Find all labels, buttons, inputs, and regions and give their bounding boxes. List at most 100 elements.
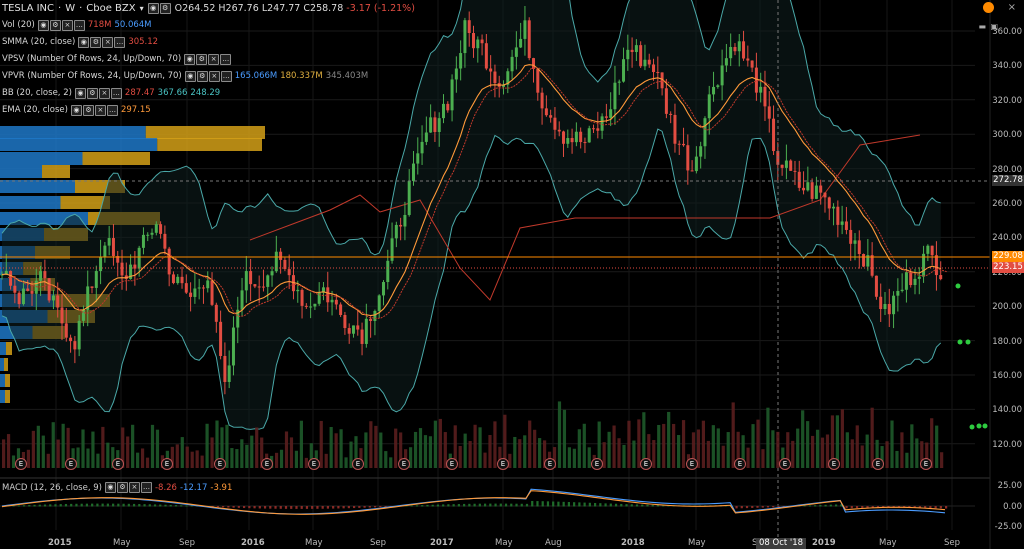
indicator-value: 50.064M bbox=[114, 20, 152, 30]
earnings-badge[interactable]: E bbox=[446, 458, 458, 470]
more-icon[interactable]: … bbox=[106, 105, 118, 116]
settings-icon[interactable]: ⚙ bbox=[86, 88, 98, 99]
eye-icon[interactable]: ◉ bbox=[184, 71, 196, 82]
more-icon[interactable]: … bbox=[73, 20, 85, 31]
candle-body bbox=[789, 160, 793, 171]
eye-icon[interactable]: ◉ bbox=[104, 482, 116, 493]
earnings-badge[interactable]: E bbox=[779, 458, 791, 470]
macd-histogram-bar bbox=[59, 504, 62, 507]
chevron-down-icon[interactable]: ▾ bbox=[140, 4, 144, 13]
candle-body bbox=[137, 247, 141, 269]
close-icon[interactable]: × bbox=[208, 54, 220, 65]
volume-bar bbox=[905, 452, 909, 468]
candle-body bbox=[309, 306, 313, 308]
close-icon[interactable]: × bbox=[128, 482, 140, 493]
earnings-badge[interactable]: E bbox=[161, 458, 173, 470]
candle-body bbox=[562, 131, 566, 144]
volume-bar bbox=[230, 448, 234, 468]
close-pane-icon[interactable]: × bbox=[1008, 2, 1016, 13]
candle-body bbox=[171, 274, 175, 284]
minus-icon[interactable]: ▬ bbox=[978, 22, 986, 31]
candle-body bbox=[870, 255, 874, 276]
macd-histogram-bar bbox=[153, 504, 157, 507]
eye-icon[interactable]: ◉ bbox=[78, 37, 90, 48]
candle-body bbox=[39, 271, 43, 281]
price-axis-label: 360.00 bbox=[992, 27, 1022, 37]
candle-body bbox=[214, 304, 218, 322]
close-icon[interactable]: × bbox=[94, 105, 106, 116]
eye-icon[interactable]: ◉ bbox=[37, 20, 49, 31]
earnings-badge[interactable]: E bbox=[112, 458, 124, 470]
eye-icon[interactable]: ◉ bbox=[74, 88, 86, 99]
close-icon[interactable]: × bbox=[61, 20, 73, 31]
volume-bar bbox=[235, 449, 239, 468]
volume-bar bbox=[533, 429, 537, 468]
macd-histogram-bar bbox=[216, 506, 219, 508]
earnings-badge[interactable]: E bbox=[398, 458, 410, 470]
volume-bar bbox=[379, 432, 383, 468]
chart-canvas[interactable] bbox=[0, 0, 1024, 549]
earnings-badge[interactable]: E bbox=[15, 458, 27, 470]
volume-bar bbox=[761, 449, 765, 468]
symbol-name[interactable]: TESLA INC bbox=[2, 3, 54, 14]
earnings-badge[interactable]: E bbox=[686, 458, 698, 470]
earnings-badge[interactable]: E bbox=[497, 458, 509, 470]
candle-body bbox=[523, 20, 527, 39]
settings-icon[interactable]: ⚙ bbox=[196, 54, 208, 65]
indicator-name[interactable]: EMA (20, close) bbox=[2, 105, 68, 116]
candle-body bbox=[343, 315, 347, 329]
close-icon[interactable]: × bbox=[208, 71, 220, 82]
earnings-badge[interactable]: E bbox=[734, 458, 746, 470]
settings-icon[interactable]: ⚙ bbox=[196, 71, 208, 82]
settings-icon[interactable]: ⚙ bbox=[90, 37, 102, 48]
settings-icon[interactable]: ⚙ bbox=[82, 105, 94, 116]
candle-body bbox=[103, 245, 107, 257]
volume-bar bbox=[493, 421, 497, 468]
earnings-badge[interactable]: E bbox=[591, 458, 603, 470]
volume-bar bbox=[418, 428, 423, 468]
indicator-name[interactable]: SMMA (20, close) bbox=[2, 37, 75, 48]
more-icon[interactable]: … bbox=[220, 54, 232, 65]
candle-body bbox=[347, 328, 351, 334]
volume-bar bbox=[577, 429, 581, 468]
volume-bar bbox=[374, 425, 378, 468]
volume-bar bbox=[458, 445, 462, 468]
indicator-name[interactable]: VPVR (Number Of Rows, 24, Up/Down, 70) bbox=[2, 71, 182, 82]
macd-histogram-bar bbox=[295, 506, 298, 509]
earnings-badge[interactable]: E bbox=[308, 458, 320, 470]
earnings-badge[interactable]: E bbox=[352, 458, 364, 470]
candle-body bbox=[163, 233, 167, 249]
header-buttons: ◉ ⚙ bbox=[147, 3, 171, 14]
earnings-badge[interactable]: E bbox=[214, 458, 226, 470]
candle-body bbox=[917, 276, 921, 279]
earnings-badge[interactable]: E bbox=[544, 458, 556, 470]
settings-icon[interactable]: ⚙ bbox=[49, 20, 61, 31]
earnings-badge[interactable]: E bbox=[920, 458, 932, 470]
settings-icon[interactable]: ⚙ bbox=[159, 3, 171, 14]
indicator-name[interactable]: Vol (20) bbox=[2, 20, 35, 31]
macd-histogram-bar bbox=[463, 503, 466, 507]
earnings-badge[interactable]: E bbox=[261, 458, 273, 470]
alert-badge[interactable] bbox=[983, 2, 994, 16]
more-icon[interactable]: … bbox=[140, 482, 152, 493]
eye-icon[interactable]: ◉ bbox=[147, 3, 159, 14]
more-icon[interactable]: … bbox=[114, 37, 126, 48]
eye-icon[interactable]: ◉ bbox=[70, 105, 82, 116]
settings-icon[interactable]: ⚙ bbox=[116, 482, 128, 493]
volume-bar bbox=[369, 421, 373, 468]
earnings-badge[interactable]: E bbox=[828, 458, 840, 470]
volume-bar bbox=[860, 445, 864, 468]
earnings-badge[interactable]: E bbox=[872, 458, 884, 470]
more-icon[interactable]: … bbox=[220, 71, 232, 82]
more-icon[interactable]: … bbox=[110, 88, 122, 99]
earnings-badge[interactable]: E bbox=[640, 458, 652, 470]
candle-body bbox=[484, 43, 488, 69]
macd-name[interactable]: MACD (12, 26, close, 9) bbox=[2, 483, 102, 493]
indicator-name[interactable]: VPSV (Number Of Rows, 24, Up/Down, 70) bbox=[2, 54, 181, 65]
interval-label[interactable]: W bbox=[65, 3, 75, 14]
earnings-badge[interactable]: E bbox=[65, 458, 77, 470]
eye-icon[interactable]: ◉ bbox=[184, 54, 196, 65]
indicator-name[interactable]: BB (20, close, 2) bbox=[2, 88, 72, 99]
close-icon[interactable]: × bbox=[98, 88, 110, 99]
close-icon[interactable]: × bbox=[102, 37, 114, 48]
